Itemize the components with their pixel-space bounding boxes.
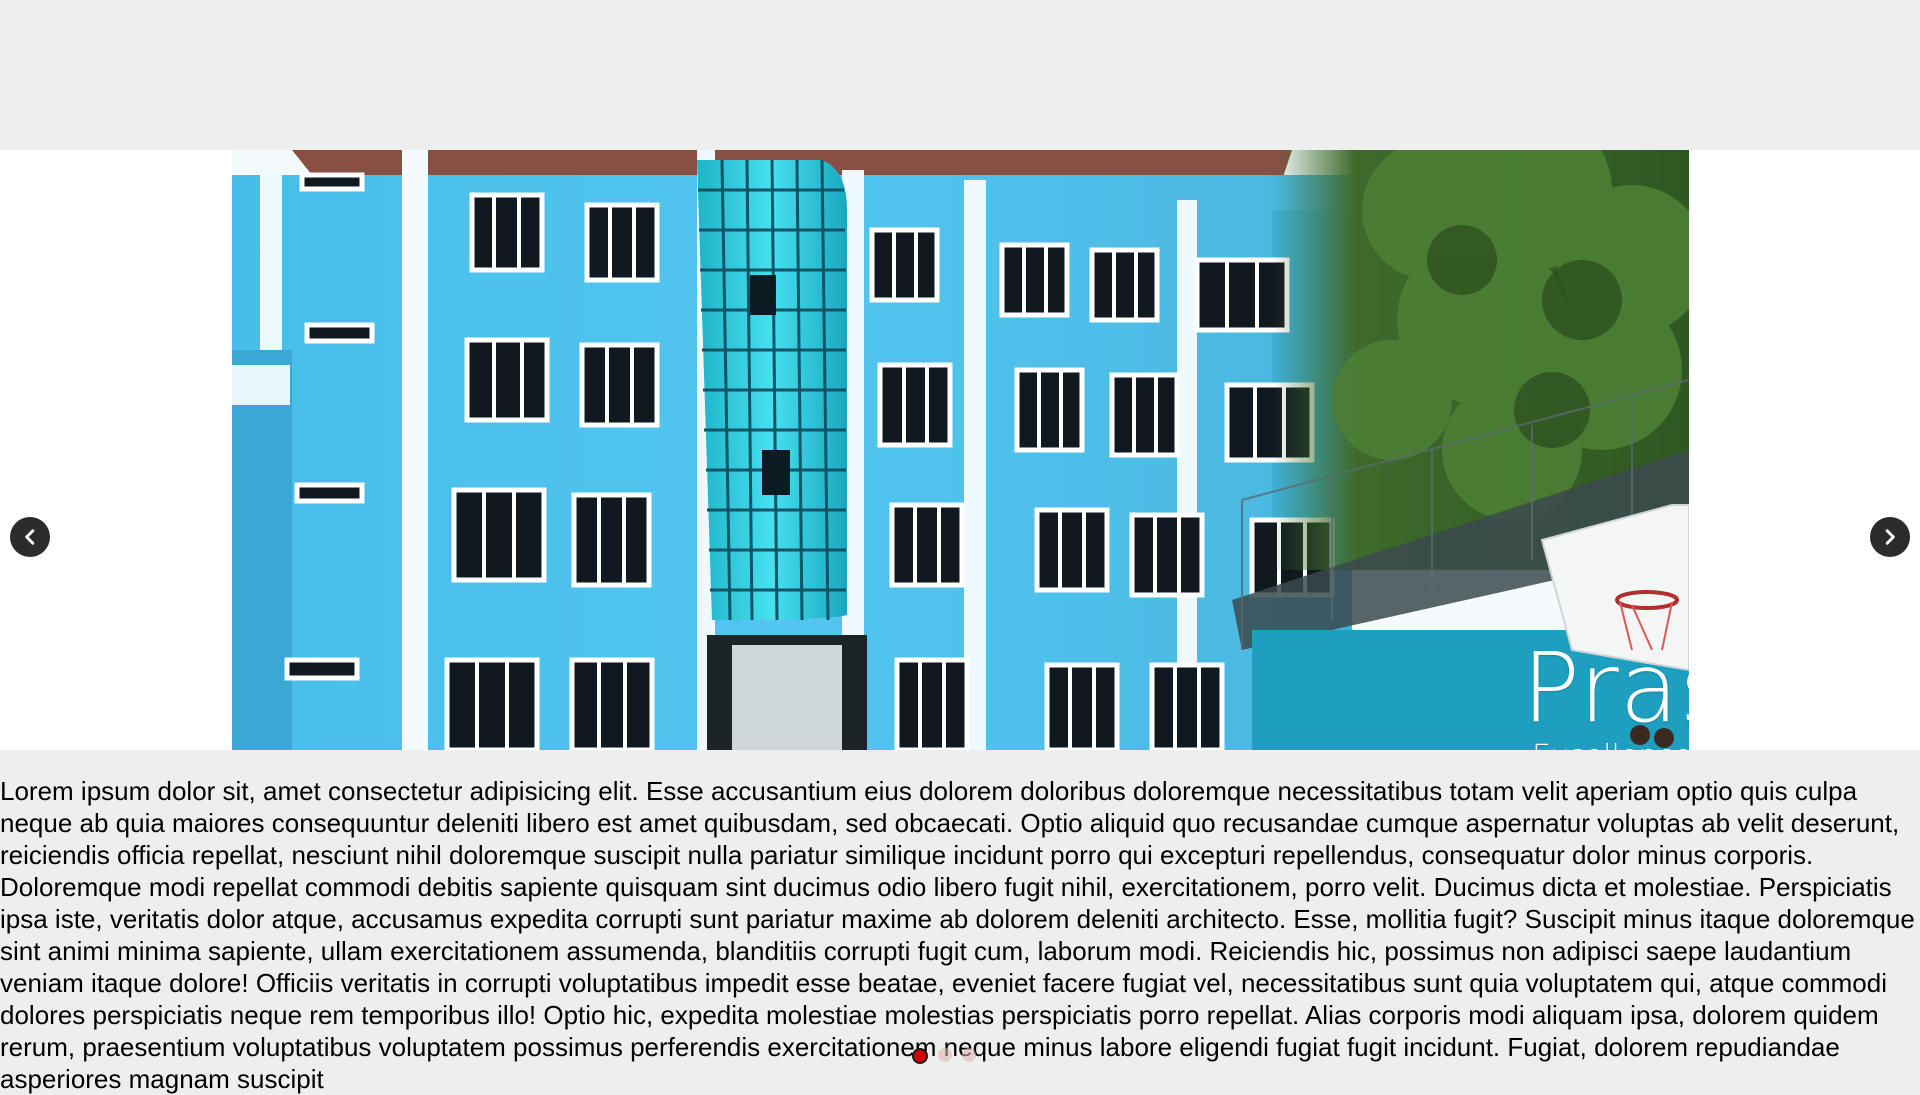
carousel-next-button[interactable]	[1870, 517, 1910, 557]
image-carousel: Prasadi Excellence in Education	[0, 150, 1920, 750]
chevron-right-icon	[1885, 529, 1895, 545]
carousel-indicator-2[interactable]	[938, 1048, 952, 1062]
header-area	[0, 0, 1920, 150]
brand-tagline: Excellence in Education	[1532, 742, 1689, 751]
brand-overlay: Prasadi Excellence in Education	[1522, 640, 1689, 750]
carousel-slide-image: Prasadi Excellence in Education	[232, 150, 1689, 750]
school-building-photo	[232, 150, 1689, 750]
carousel-indicator-1[interactable]	[912, 1048, 928, 1064]
carousel-indicators	[912, 1048, 976, 1064]
carousel-indicator-3[interactable]	[962, 1048, 976, 1062]
carousel-prev-button[interactable]	[10, 517, 50, 557]
body-paragraph: Lorem ipsum dolor sit, amet consectetur …	[0, 776, 1915, 1094]
chevron-left-icon	[25, 529, 35, 545]
brand-name: Prasadi	[1522, 632, 1689, 744]
